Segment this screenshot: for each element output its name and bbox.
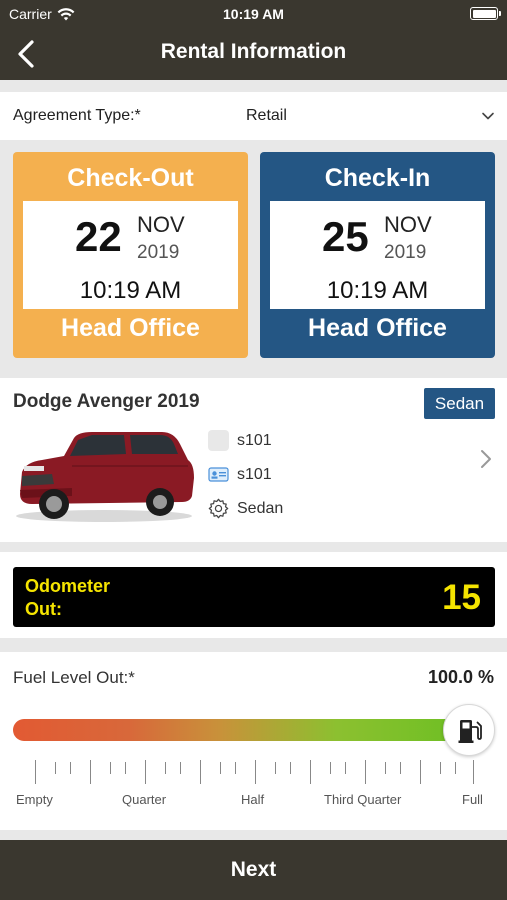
checkin-day: 25 [322,213,369,260]
odometer-display[interactable]: Odometer Out: 15 [13,567,495,627]
vehicle-name: Dodge Avenger 2019 [13,391,200,412]
vehicle-image [16,432,194,522]
odometer-section: Odometer Out: 15 [0,552,507,638]
odometer-value: 15 [442,578,481,617]
vehicle-type-badge: Sedan [424,388,495,419]
chevron-down-icon [482,112,494,120]
odometer-label: Odometer Out: [25,576,111,619]
fuel-level-slider-handle[interactable] [443,704,495,756]
agreement-type-label: Agreement Type:* [13,107,141,124]
vehicle-spec-text: s101 [237,431,272,449]
vehicle-spec-row: s101 [208,430,272,451]
vehicle-card[interactable]: Dodge Avenger 2019 Sedan s101 s101 Sedan [0,378,507,542]
checkin-month: NOV [384,212,432,237]
checkin-date-box: 25 NOV 2019 10:19 AM [270,201,485,309]
vehicle-spec-row: s101 [208,464,272,485]
fuel-scale-label: Empty [16,792,53,807]
fuel-level-label: Fuel Level Out:* [13,668,135,687]
clock: 10:19 AM [223,6,284,22]
fuel-scale-ticks [35,760,475,784]
checkout-title: Check-Out [67,164,194,192]
page-title: Rental Information [160,40,347,63]
fuel-scale-label: Quarter [122,792,167,807]
vehicle-spec-row: Sedan [208,498,283,519]
battery-icon [470,7,501,20]
chevron-right-icon[interactable] [479,448,493,470]
checkin-title: Check-In [324,164,431,192]
fuel-scale-label: Half [241,792,265,807]
checkout-time: 10:19 AM [79,277,182,304]
fuel-scale-label: Third Quarter [324,792,402,807]
navigation-bar: Rental Information [0,28,507,80]
agreement-type-dropdown[interactable]: Agreement Type:* Retail [0,92,507,140]
checkout-month: NOV [137,212,185,237]
vehicle-spec-text: Sedan [237,499,284,517]
status-bar: Carrier 10:19 AM [0,0,507,28]
checkout-card[interactable]: Check-Out 22 NOV 2019 10:19 AM Head Offi… [13,152,248,358]
checkin-location: Head Office [308,314,447,342]
next-button[interactable]: Next [0,840,507,900]
fuel-level-slider-track[interactable] [13,719,475,741]
fuel-scale-label: Full [462,792,483,807]
agreement-type-value[interactable]: Retail [246,107,287,125]
checkout-date-box: 22 NOV 2019 10:19 AM [23,201,238,309]
id-card-icon [208,467,229,482]
fuel-level-section: Fuel Level Out:* 100.0 % Empty Quarter H… [0,652,507,830]
checkout-day: 22 [75,213,122,260]
checkin-time: 10:19 AM [326,277,429,304]
fuel-pump-icon [458,720,482,743]
vehicle-spec-text: s101 [237,465,272,483]
gear-icon [208,498,229,519]
checkout-year: 2019 [137,242,180,263]
checkin-year: 2019 [384,242,427,263]
checkout-location: Head Office [61,314,200,342]
checkin-card[interactable]: Check-In 25 NOV 2019 10:19 AM Head Offic… [260,152,495,358]
fuel-level-percent: 100.0 % [427,667,494,687]
square-placeholder-icon [208,430,229,451]
